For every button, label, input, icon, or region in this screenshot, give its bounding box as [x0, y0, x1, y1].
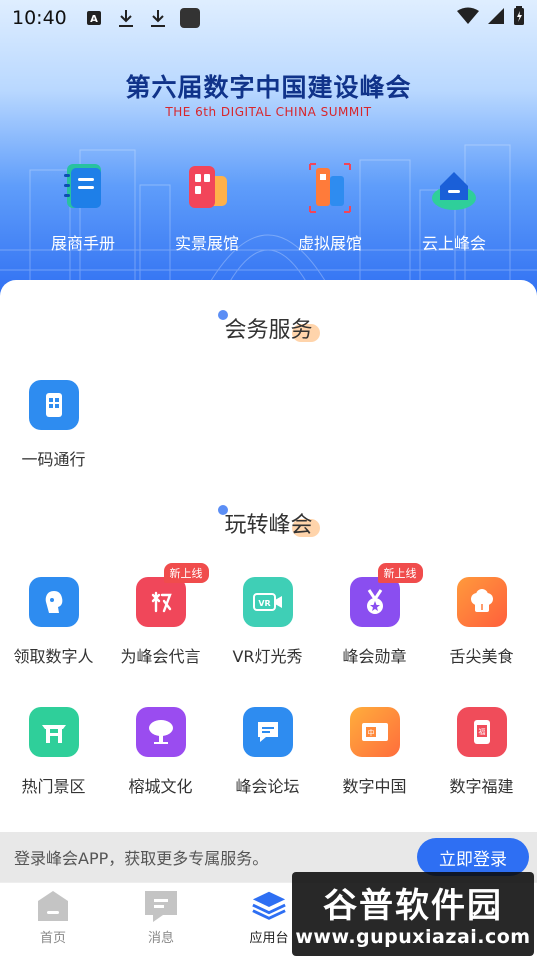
grid-item-label: 领取数字人	[13, 647, 94, 666]
grid-item-label: 舌尖美食	[449, 647, 514, 666]
feature-exhibitor-manual[interactable]: 展商手册	[18, 150, 148, 254]
nav-label: 消息	[147, 931, 174, 946]
grid-item-scenic-spots[interactable]: 热门景区	[0, 707, 107, 797]
grid-item-label: VR灯光秀	[232, 647, 303, 666]
layers-icon	[251, 889, 287, 923]
svg-text:A: A	[90, 14, 98, 25]
app-square-icon	[179, 7, 201, 29]
cloud-home-icon	[424, 158, 484, 218]
cell-signal-icon	[487, 7, 505, 29]
feature-label: 云上峰会	[421, 234, 486, 253]
scenic-gate-icon	[28, 707, 79, 757]
grid-item-rongcheng-culture[interactable]: 榕城文化	[107, 707, 214, 797]
font-a-icon: A	[83, 7, 105, 29]
grid-item-label: 榕城文化	[128, 777, 193, 796]
digital-fujian-icon: 福	[456, 707, 507, 757]
grid-item-label: 数字福建	[449, 777, 514, 796]
nav-label: 首页	[39, 931, 66, 946]
watermark-url: www.gupuxiazai.com	[295, 926, 531, 948]
food-icon	[456, 577, 507, 627]
digital-china-icon: 中	[349, 707, 400, 757]
header-banner: 10:40 A 第六届数字中国建设峰会 THE 6th DIGITAL CHIN…	[0, 0, 537, 300]
grid-item-summit-medal[interactable]: 新上线 峰会勋章	[321, 563, 428, 667]
grid-item-label: 为峰会代言	[120, 647, 201, 666]
notebook-icon	[53, 158, 113, 218]
svg-text:中: 中	[367, 728, 374, 737]
login-now-button[interactable]: 立即登录	[417, 838, 529, 876]
download-icon	[115, 7, 137, 29]
building-icon	[177, 158, 237, 218]
download-icon	[147, 7, 169, 29]
feature-virtual-pavilion[interactable]: 虚拟展馆	[265, 150, 395, 254]
nav-item-home[interactable]: 首页	[8, 889, 98, 946]
battery-icon	[513, 6, 525, 30]
summit-subtitle: THE 6th DIGITAL CHINA SUMMIT	[165, 105, 372, 119]
virtual-building-icon	[300, 158, 360, 218]
grid-item-food[interactable]: 舌尖美食	[428, 577, 535, 667]
top-feature-row: 展商手册 实景展馆 虚拟展馆 云上峰会	[0, 150, 537, 260]
new-badge: 新上线	[163, 563, 209, 583]
home-icon	[35, 889, 71, 923]
grid-item-summit-forum[interactable]: 峰会论坛	[214, 707, 321, 797]
feature-label: 虚拟展馆	[297, 234, 362, 253]
svg-text:福: 福	[478, 727, 485, 736]
grid-item-digital-human[interactable]: 领取数字人	[0, 577, 107, 667]
new-badge: 新上线	[377, 563, 423, 583]
digital-human-icon	[28, 577, 79, 627]
feature-label: 实景展馆	[174, 234, 239, 253]
grid-item-label: 数字中国	[342, 777, 407, 796]
grid-item-label: 热门景区	[21, 777, 86, 796]
svg-text:VR: VR	[258, 599, 270, 608]
status-bar: 10:40 A	[0, 0, 537, 36]
grid-item-qr-pass[interactable]: 一码通行	[0, 380, 107, 470]
services-card: 会务服务 一码通行 玩转峰会 领取数字人 新上线 为峰会代言 VR VR灯光秀 …	[0, 280, 537, 832]
feature-cloud-summit[interactable]: 云上峰会	[389, 150, 519, 254]
grid-item-vr-light-show[interactable]: VR VR灯光秀	[214, 577, 321, 667]
watermark-logo: 谷普软件园	[323, 886, 503, 926]
login-banner-message: 登录峰会APP，获取更多专属服务。	[14, 849, 269, 868]
vr-camera-icon: VR	[242, 577, 293, 627]
medal-icon: 新上线	[349, 563, 423, 627]
site-watermark: 谷普软件园 www.gupuxiazai.com	[292, 872, 534, 956]
message-icon	[143, 889, 179, 923]
status-time: 10:40	[12, 7, 67, 29]
wifi-icon	[457, 7, 479, 29]
section-title-meeting: 会务服务	[0, 310, 537, 344]
forum-chat-icon	[242, 707, 293, 757]
grid-item-digital-china[interactable]: 中 数字中国	[321, 707, 428, 797]
qr-pass-icon	[28, 380, 79, 430]
section-title-fun: 玩转峰会	[0, 505, 537, 539]
grid-item-endorse[interactable]: 新上线 为峰会代言	[107, 563, 214, 667]
grid-item-digital-fujian[interactable]: 福 数字福建	[428, 707, 535, 797]
banyan-tree-icon	[135, 707, 186, 757]
endorse-icon: 新上线	[135, 563, 209, 627]
summit-title: 第六届数字中国建设峰会	[125, 73, 412, 102]
nav-item-messages[interactable]: 消息	[116, 889, 206, 946]
feature-real-pavilion[interactable]: 实景展馆	[142, 150, 272, 254]
grid-item-label: 峰会勋章	[342, 647, 407, 666]
grid-item-label: 一码通行	[21, 450, 86, 469]
grid-item-label: 峰会论坛	[235, 777, 300, 796]
feature-label: 展商手册	[50, 234, 115, 253]
